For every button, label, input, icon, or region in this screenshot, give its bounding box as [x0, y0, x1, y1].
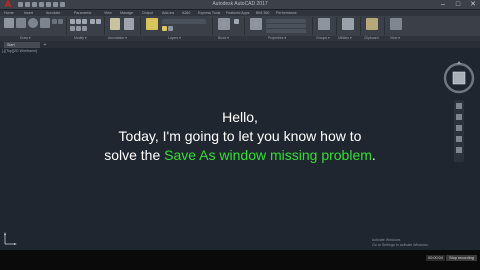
- insert-block-icon[interactable]: [218, 18, 230, 30]
- activate-subtitle: Go to Settings to activate Windows.: [372, 242, 429, 247]
- dimension-tool-icon[interactable]: [124, 18, 134, 30]
- rotate-icon[interactable]: [76, 19, 81, 24]
- caption-line-2: Today, I'm going to let you know how to: [118, 128, 362, 144]
- trim-icon[interactable]: [82, 19, 87, 24]
- save-icon[interactable]: [32, 2, 37, 7]
- new-file-icon[interactable]: [18, 2, 23, 7]
- stop-recording-button[interactable]: Stop recording: [446, 255, 477, 261]
- arc-tool-icon[interactable]: [40, 18, 50, 28]
- create-block-icon[interactable]: [234, 19, 239, 24]
- autocad-window: A Autodesk AutoCAD 2017 – □ ✕ Home Inser…: [0, 0, 480, 270]
- viewcube[interactable]: [441, 60, 477, 96]
- open-file-icon[interactable]: [25, 2, 30, 7]
- title-bar: A Autodesk AutoCAD 2017 – □ ✕: [0, 0, 480, 10]
- circle-tool-icon[interactable]: [28, 18, 38, 28]
- base-view-icon[interactable]: [390, 18, 402, 30]
- plot-icon[interactable]: [46, 2, 51, 7]
- minimize-button[interactable]: –: [436, 0, 450, 9]
- recording-timer: 00:00:04: [426, 255, 445, 261]
- text-tool-icon[interactable]: [110, 18, 120, 30]
- window-title: Autodesk AutoCAD 2017: [212, 1, 268, 7]
- viewport-controls[interactable]: [-][Top][2D Wireframe]: [2, 49, 37, 54]
- scale-icon[interactable]: [96, 19, 101, 24]
- caption-highlight: Save As window missing problem: [164, 147, 372, 163]
- close-button[interactable]: ✕: [466, 0, 480, 9]
- caption-line-3-prefix: solve the: [104, 147, 165, 163]
- caption-line-3: solve the Save As window missing problem…: [0, 146, 480, 165]
- redo-icon[interactable]: [60, 2, 65, 7]
- hatch-tool-icon[interactable]: [58, 19, 63, 24]
- tutorial-caption: Hello, Today, I'm going to let you know …: [0, 108, 480, 165]
- layer-freeze-icon[interactable]: [168, 26, 173, 31]
- layer-dropdown[interactable]: [162, 19, 206, 24]
- layer-properties-icon[interactable]: [146, 18, 158, 30]
- copy-icon[interactable]: [70, 26, 75, 31]
- mirror-icon[interactable]: [76, 26, 81, 31]
- north-marker-icon: [457, 61, 461, 64]
- document-tabs: Start +: [0, 41, 480, 48]
- move-icon[interactable]: [70, 19, 75, 24]
- autocad-logo-icon[interactable]: A: [2, 0, 14, 9]
- caption-line-1: Hello,: [222, 109, 258, 125]
- maximize-button[interactable]: □: [451, 0, 465, 9]
- caption-line-3-suffix: .: [371, 147, 376, 163]
- measure-icon[interactable]: [342, 18, 354, 30]
- paste-icon[interactable]: [366, 18, 378, 30]
- match-properties-icon[interactable]: [250, 18, 262, 30]
- color-dropdown[interactable]: [266, 19, 306, 23]
- line-tool-icon[interactable]: [4, 18, 14, 28]
- save-as-icon[interactable]: [39, 2, 44, 7]
- polyline-tool-icon[interactable]: [16, 18, 26, 28]
- ribbon: [0, 16, 480, 37]
- linetype-dropdown[interactable]: [266, 24, 306, 28]
- viewcube-top-face-icon: [452, 71, 466, 85]
- fillet-icon[interactable]: [82, 26, 87, 31]
- rectangle-tool-icon[interactable]: [52, 19, 57, 24]
- lineweight-dropdown[interactable]: [266, 29, 306, 33]
- activate-windows-watermark: Activate Windows Go to Settings to activ…: [372, 238, 429, 247]
- recording-bar: 00:00:04 Stop recording: [0, 250, 480, 270]
- group-icon[interactable]: [318, 18, 330, 30]
- layer-state-icon[interactable]: [162, 26, 167, 31]
- undo-icon[interactable]: [53, 2, 58, 7]
- stretch-icon[interactable]: [90, 19, 95, 24]
- ucs-icon: [4, 232, 17, 245]
